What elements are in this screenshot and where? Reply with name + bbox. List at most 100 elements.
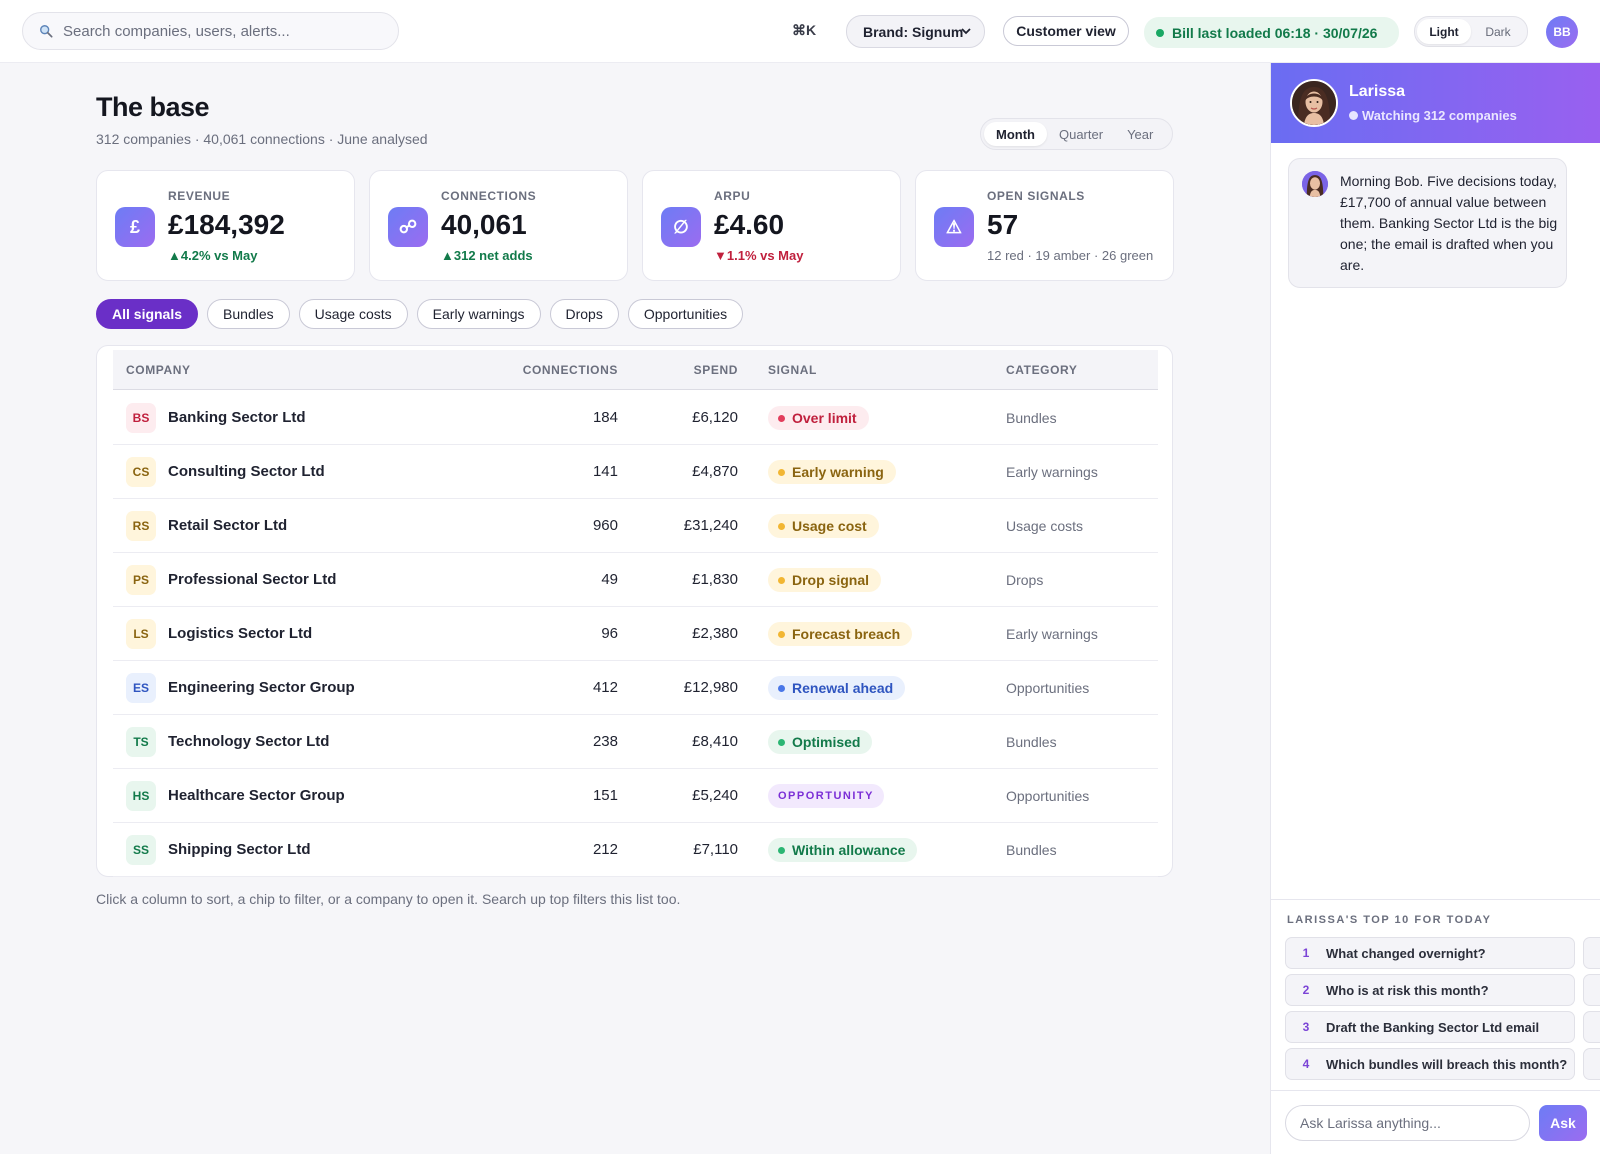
company-initials-badge: TS [126, 727, 156, 757]
ask-input[interactable] [1285, 1105, 1530, 1141]
status-dot-icon [1349, 111, 1358, 120]
table-row[interactable]: PS Professional Sector Ltd 49 £1,830 Drop si… [113, 553, 1158, 607]
company-name[interactable]: Retail Sector Ltd [168, 517, 287, 534]
signal-text: Within allowance [792, 842, 906, 858]
theme-toggle[interactable]: Light Dark [1414, 16, 1528, 47]
company-initials-badge: ES [126, 673, 156, 703]
global-search[interactable] [22, 12, 399, 50]
spend-value: £1,830 [692, 571, 738, 588]
status-dot-icon [1156, 28, 1164, 37]
table-row[interactable]: RS Retail Sector Ltd 960 £31,240 Usage cost U… [113, 499, 1158, 553]
customer-view-button[interactable]: Customer view [1003, 16, 1129, 46]
company-initials-badge: HS [126, 781, 156, 811]
question-text: Which bundles will breach this month? [1326, 1056, 1568, 1072]
signal-badge: Forecast breach [768, 622, 913, 646]
warning-icon: ⚠ [934, 207, 974, 247]
signal-dot-icon [778, 630, 785, 638]
spend-value: £5,240 [692, 787, 738, 804]
category-value: Bundles [1006, 734, 1057, 750]
company-name[interactable]: Logistics Sector Ltd [168, 625, 312, 642]
company-initials-badge: BS [126, 403, 156, 433]
kpi-delta: ▼1.1% vs May [714, 248, 804, 263]
period-year[interactable]: Year [1115, 122, 1165, 146]
chip-early-warnings[interactable]: Early warnings [416, 299, 541, 329]
table-row[interactable]: TS Technology Sector Ltd 238 £8,410 Optimise… [113, 715, 1158, 769]
theme-dark-option[interactable]: Dark [1471, 19, 1525, 44]
column-header-connections[interactable]: CONNECTIONS [493, 363, 618, 377]
signal-dot-icon [778, 468, 785, 476]
category-value: Bundles [1006, 410, 1057, 426]
signal-badge: Within allowance [768, 838, 918, 862]
chip-drops[interactable]: Drops [549, 299, 619, 329]
connections-value: 49 [601, 571, 618, 588]
assistant-status-text: Watching 312 companies [1362, 108, 1517, 123]
company-name[interactable]: Shipping Sector Ltd [168, 841, 311, 858]
company-initials-badge: CS [126, 457, 156, 487]
kpi-card-arpu: ∅ ARPU £4.60 ▼1.1% vs May [642, 170, 901, 281]
user-avatar[interactable]: BB [1546, 16, 1578, 48]
category-value: Opportunities [1006, 788, 1090, 804]
company-name[interactable]: Consulting Sector Ltd [168, 463, 325, 480]
search-input[interactable] [63, 22, 363, 40]
suggested-question[interactable]: 4 Which bundles will breach this month? [1285, 1048, 1575, 1080]
suggested-question-overflow[interactable] [1583, 974, 1600, 1006]
chip-opportunities[interactable]: Opportunities [627, 299, 744, 329]
company-name[interactable]: Professional Sector Ltd [168, 571, 336, 588]
category-value: Usage costs [1006, 518, 1084, 534]
top-bar: ⌘K Brand: Signum Customer view Bill last… [0, 0, 1600, 63]
period-selector[interactable]: Month Quarter Year [980, 118, 1173, 150]
suggested-question[interactable]: 2 Who is at risk this month? [1285, 974, 1575, 1006]
table-header: COMPANY CONNECTIONS SPEND SIGNAL CATEGOR… [113, 350, 1158, 390]
connections-value: 151 [592, 787, 618, 804]
signal-badge: Early warning [768, 460, 896, 484]
suggested-question-overflow[interactable] [1583, 1011, 1600, 1043]
kpi-value: £4.60 [714, 209, 785, 240]
theme-light-option[interactable]: Light [1417, 19, 1471, 44]
column-header-company[interactable]: COMPANY [126, 363, 191, 377]
column-header-spend[interactable]: SPEND [618, 363, 738, 377]
chip-all-signals[interactable]: All signals [96, 299, 199, 329]
company-name[interactable]: Technology Sector Ltd [168, 733, 329, 750]
company-name[interactable]: Engineering Sector Group [168, 679, 355, 696]
column-header-category[interactable]: CATEGORY [1006, 363, 1077, 377]
chip-usage-costs[interactable]: Usage costs [298, 299, 408, 329]
period-month[interactable]: Month [984, 122, 1047, 146]
pound-icon: £ [115, 207, 155, 247]
signal-badge: Drop signal [768, 568, 882, 592]
assistant-status: Watching 312 companies [1349, 108, 1517, 123]
table-row[interactable]: CS Consulting Sector Ltd 141 £4,870 Early wa… [113, 445, 1158, 499]
table-row[interactable]: LS Logistics Sector Ltd 96 £2,380 Forecast b… [113, 607, 1158, 661]
table-hint: Click a column to sort, a chip to filter… [96, 891, 681, 907]
table-row[interactable]: HS Healthcare Sector Group 151 £5,240 OPPORT… [113, 769, 1158, 823]
table-row[interactable]: BS Banking Sector Ltd 184 £6,120 Over limit B… [113, 391, 1158, 445]
kpi-delta: ▲4.2% vs May [168, 248, 258, 263]
brand-select[interactable]: Brand: Signum [846, 15, 985, 48]
suggested-question[interactable]: 1 What changed overnight? [1285, 937, 1575, 969]
kpi-label: ARPU [714, 189, 751, 203]
table-row[interactable]: ES Engineering Sector Group 412 £12,980 Rene… [113, 661, 1158, 715]
connections-value: 412 [592, 679, 618, 696]
category-value: Drops [1006, 572, 1044, 588]
kpi-card-revenue: £ REVENUE £184,392 ▲4.2% vs May [96, 170, 355, 281]
category-value: Early warnings [1006, 464, 1098, 480]
question-text: Draft the Banking Sector Ltd email [1326, 1019, 1540, 1035]
category-value: Opportunities [1006, 680, 1090, 696]
company-initials-badge: PS [126, 565, 156, 595]
suggested-question-overflow[interactable] [1583, 1048, 1600, 1080]
connections-value: 184 [592, 409, 618, 426]
suggested-question-overflow[interactable] [1583, 937, 1600, 969]
signal-text: Over limit [792, 410, 857, 426]
ask-button[interactable]: Ask [1539, 1105, 1587, 1141]
kpi-label: CONNECTIONS [441, 189, 537, 203]
chip-bundles[interactable]: Bundles [207, 299, 290, 329]
kpi-value: £184,392 [168, 209, 285, 240]
period-quarter[interactable]: Quarter [1047, 122, 1115, 146]
search-shortcut: ⌘K [792, 22, 817, 38]
kpi-card-open-signals: ⚠ OPEN SIGNALS 57 12 red · 19 amber · 26… [915, 170, 1174, 281]
question-number: 3 [1302, 1020, 1310, 1034]
company-name[interactable]: Healthcare Sector Group [168, 787, 345, 804]
table-row[interactable]: SS Shipping Sector Ltd 212 £7,110 Within all… [113, 823, 1158, 877]
column-header-signal[interactable]: SIGNAL [768, 363, 817, 377]
suggested-question[interactable]: 3 Draft the Banking Sector Ltd email [1285, 1011, 1575, 1043]
company-name[interactable]: Banking Sector Ltd [168, 409, 306, 426]
